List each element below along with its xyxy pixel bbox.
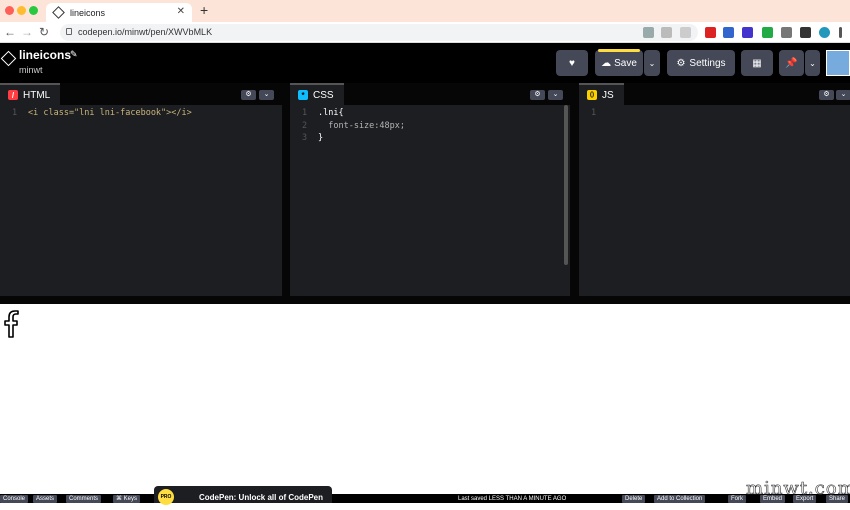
back-button[interactable]: ← bbox=[4, 25, 16, 39]
scrollbar[interactable] bbox=[564, 105, 568, 265]
html-editor-panel: / HTML ⚙ ⌄ 1 <i class="lni lni-facebook"… bbox=[0, 83, 282, 296]
editor-settings-button[interactable]: ⚙ bbox=[530, 90, 545, 100]
line-number: 2 bbox=[302, 120, 308, 131]
line-number: 3 bbox=[302, 133, 308, 143]
editor-collapse-button[interactable]: ⌄ bbox=[548, 90, 563, 100]
pin-icon: 📌 bbox=[785, 57, 798, 69]
lock-icon bbox=[66, 28, 72, 35]
layout-button[interactable]: ▦ bbox=[741, 50, 773, 76]
settings-button[interactable]: ⚙ Settings bbox=[667, 50, 735, 76]
pen-user[interactable]: minwt bbox=[19, 65, 43, 75]
comments-button[interactable]: Comments bbox=[66, 495, 102, 503]
pen-title[interactable]: lineicons bbox=[19, 48, 71, 62]
line-number: 1 bbox=[12, 108, 18, 118]
code-line: <i class="lni lni-facebook"></i> bbox=[28, 108, 192, 118]
tab-css[interactable]: * CSS bbox=[290, 83, 344, 105]
editor-settings-button[interactable]: ⚙ bbox=[819, 90, 834, 100]
save-dropdown-button[interactable]: ⌄ bbox=[644, 50, 660, 76]
extension-flag-icon[interactable] bbox=[762, 27, 773, 38]
editor-collapse-button[interactable]: ⌄ bbox=[836, 90, 850, 100]
code-line: .lni{ bbox=[318, 108, 344, 118]
save-label: Save bbox=[614, 57, 637, 69]
console-button[interactable]: Console bbox=[0, 495, 29, 503]
last-saved-text: Last saved LESS THAN A MINUTE AGO bbox=[458, 496, 567, 502]
extension-abc-icon[interactable] bbox=[723, 27, 734, 38]
profile-avatar-icon[interactable] bbox=[819, 27, 830, 38]
tab-js[interactable]: () JS bbox=[579, 83, 624, 105]
editor-settings-button[interactable]: ⚙ bbox=[241, 90, 256, 100]
close-window-button[interactable] bbox=[5, 6, 14, 15]
css-icon: * bbox=[298, 90, 308, 100]
facebook-icon bbox=[3, 310, 19, 343]
user-avatar[interactable] bbox=[826, 50, 850, 76]
css-editor-panel: * CSS ⚙ ⌄ 1 .lni{ 2 font-size:48px; 3 } bbox=[290, 83, 570, 296]
extension-c-icon[interactable] bbox=[742, 27, 753, 38]
delete-button[interactable]: Delete bbox=[622, 495, 646, 503]
save-button[interactable]: ☁ Save bbox=[595, 49, 643, 76]
extensions-puzzle-icon[interactable] bbox=[800, 27, 811, 38]
editor-area: / HTML ⚙ ⌄ 1 <i class="lni lni-facebook"… bbox=[0, 83, 850, 304]
tab-title: lineicons bbox=[70, 7, 106, 18]
bottom-toolbar: Console Assets Comments ⌘ Keys Last save… bbox=[0, 494, 850, 503]
new-tab-button[interactable]: + bbox=[200, 2, 208, 18]
codepen-logo-icon[interactable] bbox=[0, 50, 17, 67]
love-button[interactable]: ♥ bbox=[556, 50, 588, 76]
address-bar-row: ← → ↻ codepen.io/minwt/pen/XWVbMLK bbox=[0, 22, 850, 43]
extension-pinterest-icon[interactable] bbox=[705, 27, 716, 38]
layout-grid-icon: ▦ bbox=[752, 57, 762, 69]
heart-icon: ♥ bbox=[569, 57, 575, 69]
save-indicator bbox=[598, 49, 640, 52]
pencil-icon[interactable]: ✎ bbox=[70, 49, 78, 60]
reload-button[interactable]: ↻ bbox=[39, 25, 49, 39]
editor-title: HTML bbox=[23, 89, 51, 101]
html-icon: / bbox=[8, 90, 18, 100]
chevron-down-icon: ⌄ bbox=[809, 58, 816, 68]
pin-dropdown-button[interactable]: ⌄ bbox=[805, 50, 820, 76]
editor-collapse-button[interactable]: ⌄ bbox=[259, 90, 274, 100]
js-editor-panel: () JS ⚙ ⌄ 1 bbox=[579, 83, 850, 296]
forward-button[interactable]: → bbox=[21, 25, 33, 39]
js-icon: () bbox=[587, 90, 597, 100]
assets-button[interactable]: Assets bbox=[33, 495, 58, 503]
editor-title: JS bbox=[602, 89, 614, 101]
add-to-collection-button[interactable]: Add to Collection bbox=[654, 495, 706, 503]
bookmark-star-icon[interactable] bbox=[680, 27, 691, 38]
editor-title: CSS bbox=[313, 89, 334, 101]
pin-button[interactable]: 📌 bbox=[779, 50, 804, 76]
promo-text: CodePen: Unlock all of CodePen bbox=[199, 493, 324, 502]
browser-menu-icon[interactable] bbox=[839, 27, 842, 38]
line-number: 1 bbox=[591, 108, 597, 118]
keys-button[interactable]: ⌘ Keys bbox=[113, 495, 141, 503]
maximize-window-button[interactable] bbox=[29, 6, 38, 15]
codepen-header: lineicons ✎ minwt ♥ ☁ Save ⌄ ⚙ Settings … bbox=[0, 43, 850, 83]
share-icon[interactable] bbox=[661, 27, 672, 38]
line-number: 1 bbox=[302, 108, 308, 118]
minimize-window-button[interactable] bbox=[17, 6, 26, 15]
url-bar[interactable]: codepen.io/minwt/pen/XWVbMLK bbox=[60, 24, 698, 41]
extension-screen-icon[interactable] bbox=[781, 27, 792, 38]
tab-html[interactable]: / HTML bbox=[0, 83, 61, 105]
url-text: codepen.io/minwt/pen/XWVbMLK bbox=[78, 27, 213, 37]
browser-tab-strip: lineicons ✕ + bbox=[0, 0, 850, 22]
translate-icon[interactable] bbox=[643, 27, 654, 38]
tab-close-icon[interactable]: ✕ bbox=[177, 6, 185, 17]
gear-icon: ⚙ bbox=[676, 57, 686, 69]
codepen-favicon-icon bbox=[52, 6, 65, 19]
fork-button[interactable]: Fork bbox=[728, 495, 746, 503]
chevron-down-icon: ⌄ bbox=[648, 58, 656, 68]
pro-promo-banner[interactable]: PRO CodePen: Unlock all of CodePen bbox=[154, 486, 332, 505]
code-line: font-size:48px; bbox=[318, 120, 405, 131]
watermark: minwt.com bbox=[746, 478, 850, 500]
browser-tab[interactable]: lineicons ✕ bbox=[46, 3, 192, 22]
cloud-icon: ☁ bbox=[601, 57, 612, 69]
settings-label: Settings bbox=[689, 57, 726, 69]
code-line: } bbox=[318, 133, 324, 143]
